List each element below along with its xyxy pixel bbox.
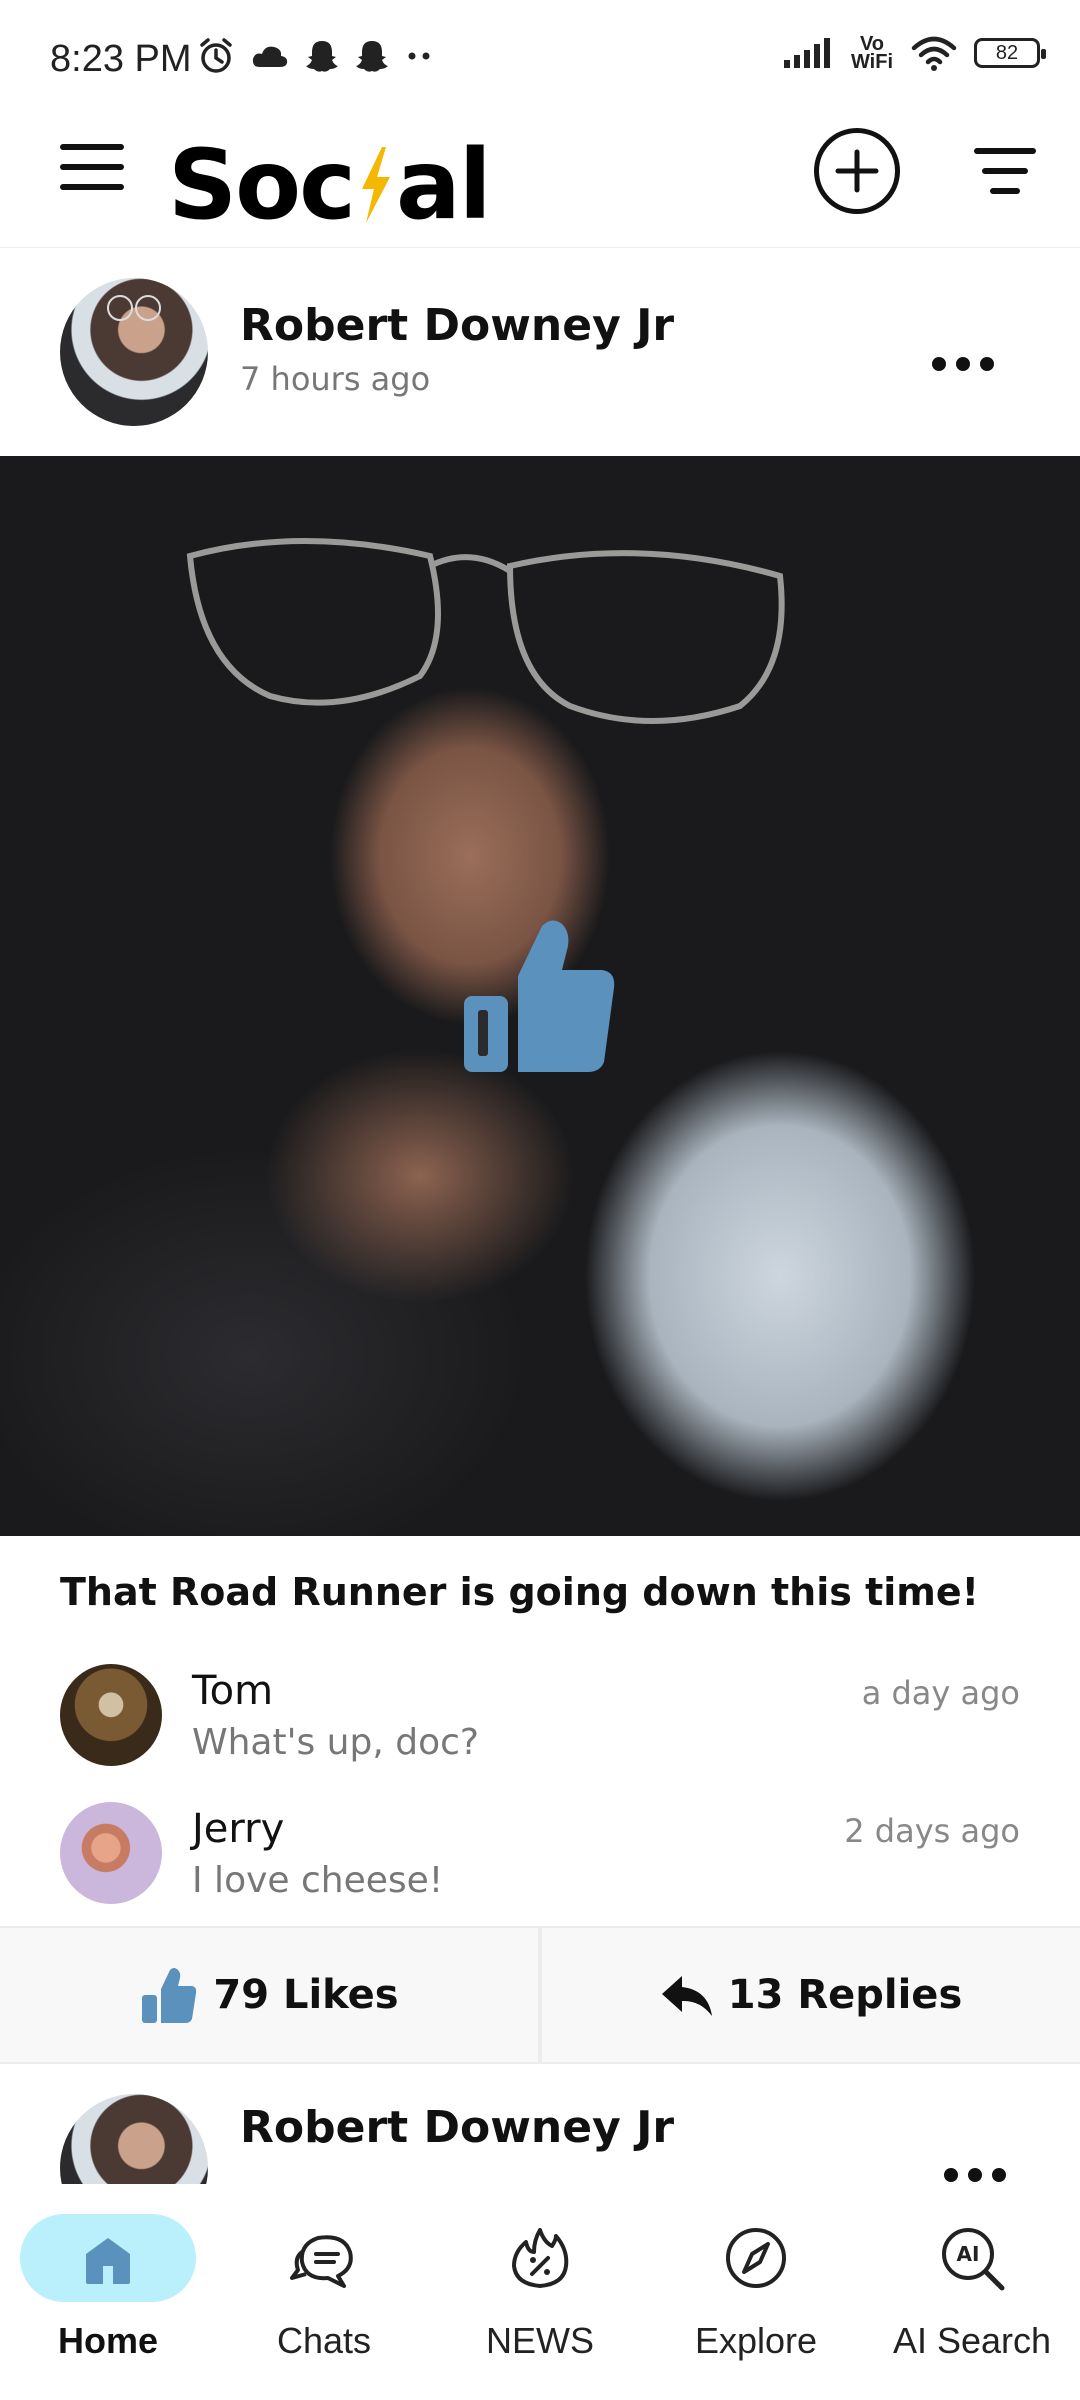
comment-time: a day ago — [861, 1674, 1020, 1712]
comment-item[interactable]: Jerry I love cheese! 2 days ago — [0, 1802, 1080, 1922]
nav-label: AI Search — [892, 2320, 1052, 2361]
wifi-icon — [911, 36, 957, 71]
plus-icon — [835, 149, 879, 193]
menu-line — [60, 184, 124, 190]
dot — [980, 357, 994, 371]
comment-item[interactable]: Tom What's up, doc? a day ago — [0, 1664, 1080, 1784]
app-header: Soc al — [0, 120, 1080, 248]
logo-text-start: Soc — [168, 129, 356, 241]
notification-icons — [196, 36, 434, 76]
nav-label: NEWS — [486, 2320, 594, 2361]
dot — [968, 2168, 982, 2182]
commenter-name[interactable]: Tom — [192, 1668, 273, 1714]
nav-news[interactable]: NEWS — [432, 2184, 648, 2400]
lightning-bolt-icon — [362, 147, 390, 223]
menu-button[interactable] — [60, 144, 124, 204]
filter-button[interactable] — [974, 148, 1036, 204]
thumbs-up-icon — [142, 1968, 197, 2023]
app-logo: Soc al — [168, 129, 492, 241]
like-overlay-icon[interactable] — [456, 912, 624, 1080]
avatar-glasses — [107, 295, 161, 321]
nav-label: Home — [57, 2320, 159, 2361]
comment-text: I love cheese! — [192, 1860, 444, 1901]
filter-line — [982, 168, 1028, 174]
commenter-avatar[interactable] — [60, 1802, 162, 1904]
nav-label: Explore — [694, 2320, 818, 2361]
snapchat-icon — [356, 41, 388, 72]
next-post-header: Robert Downey Jr — [0, 2064, 1080, 2200]
reply-icon — [661, 1976, 712, 2016]
logo-text-end: al — [396, 129, 492, 241]
system-icons: Vo WiFi 82 — [782, 33, 1046, 73]
bottom-navigation: Home Chats NEWS Explore AI AI Search — [0, 2184, 1080, 2400]
likes-count: 79 Likes — [213, 1972, 399, 2018]
nav-label: Chats — [276, 2320, 372, 2361]
create-post-button[interactable] — [814, 128, 900, 214]
comment-time: 2 days ago — [844, 1812, 1020, 1850]
post-header: Robert Downey Jr 7 hours ago — [0, 248, 1080, 458]
post-image[interactable] — [0, 456, 1080, 1536]
post-author-name[interactable]: Robert Downey Jr — [240, 300, 674, 351]
menu-line — [60, 164, 124, 170]
commenter-name[interactable]: Jerry — [192, 1806, 284, 1852]
status-bar: 8:23 PM Vo WiFi 82 — [0, 0, 1080, 120]
post-author-name[interactable]: Robert Downey Jr — [240, 2102, 674, 2153]
nav-ai-search[interactable]: AI AI Search — [864, 2184, 1080, 2400]
compass-icon — [726, 2228, 786, 2288]
svg-text:AI: AI — [957, 2242, 980, 2266]
chat-icon — [290, 2235, 353, 2288]
dot — [956, 357, 970, 371]
home-icon — [86, 2238, 130, 2284]
filter-line — [974, 148, 1036, 154]
filter-line — [990, 188, 1020, 194]
signal-icon — [784, 38, 830, 68]
commenter-avatar[interactable] — [60, 1664, 162, 1766]
author-avatar[interactable] — [60, 278, 208, 426]
dot — [932, 357, 946, 371]
battery-indicator: 82 — [974, 38, 1046, 68]
dot — [944, 2168, 958, 2182]
post-actions: 79 Likes 13 Replies — [0, 1926, 1080, 2064]
more-notifications-icon — [408, 52, 430, 60]
menu-line — [60, 144, 124, 150]
dot — [992, 2168, 1006, 2182]
post-options-button[interactable] — [932, 344, 1012, 384]
nav-home[interactable]: Home — [0, 2184, 216, 2400]
alarm-icon — [200, 38, 232, 73]
reply-button[interactable]: 13 Replies — [538, 1928, 1080, 2062]
photo-glasses-detail — [186, 538, 785, 724]
replies-count: 13 Replies — [727, 1972, 963, 2018]
post-caption: That Road Runner is going down this time… — [60, 1570, 979, 1614]
nav-explore[interactable]: Explore — [648, 2184, 864, 2400]
fire-percent-icon — [512, 2228, 569, 2288]
nav-chats[interactable]: Chats — [216, 2184, 432, 2400]
comment-text: What's up, doc? — [192, 1722, 480, 1763]
vowifi-label: Vo WiFi — [850, 33, 894, 73]
like-button[interactable]: 79 Likes — [0, 1928, 538, 2062]
post-timestamp: 7 hours ago — [240, 360, 431, 398]
ai-search-icon: AI — [942, 2228, 1005, 2291]
snapchat-icon — [306, 41, 338, 72]
cloud-icon — [252, 46, 288, 67]
status-time: 8:23 PM — [50, 38, 192, 80]
